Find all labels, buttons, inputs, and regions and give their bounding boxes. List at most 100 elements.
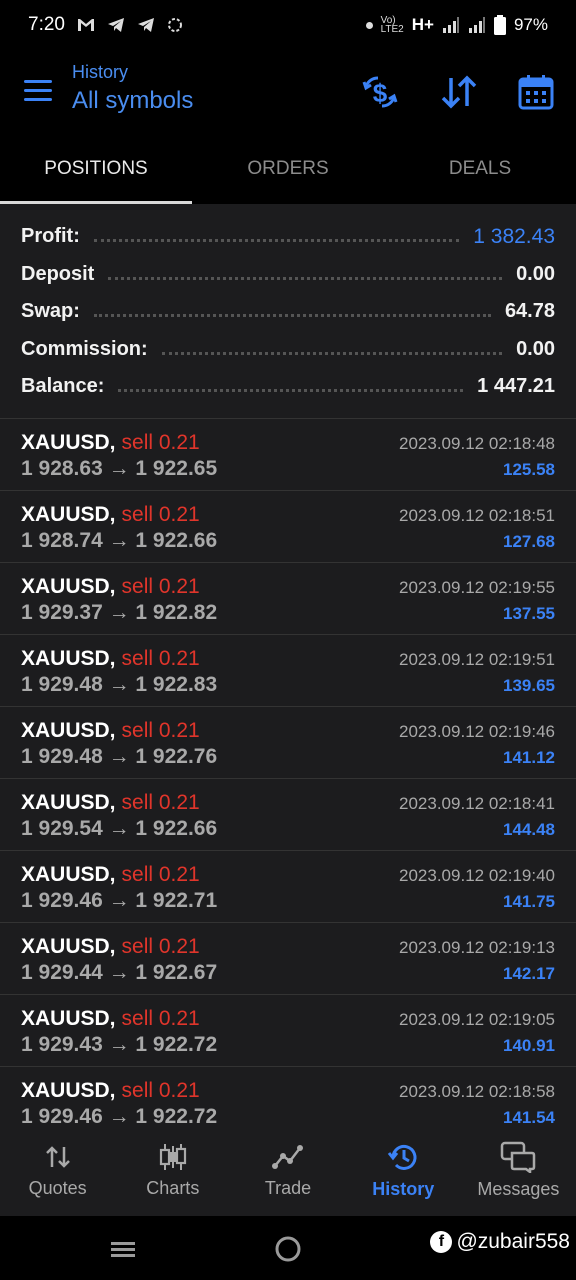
deal-symbol: XAUUSD, sell 0.21	[21, 863, 200, 887]
symbol-name: XAUUSD,	[21, 503, 116, 526]
deal-side: sell 0.21	[121, 1007, 200, 1030]
deal-profit: 141.54	[503, 1108, 555, 1124]
deal-symbol: XAUUSD, sell 0.21	[21, 1007, 200, 1031]
symbol-name: XAUUSD,	[21, 431, 116, 454]
summary-row-commission: Commission: 0.00	[21, 331, 555, 369]
tab-positions[interactable]: POSITIONS	[0, 134, 192, 204]
nav-messages[interactable]: Messages	[461, 1124, 576, 1216]
nav-charts[interactable]: Charts	[115, 1124, 230, 1216]
nav-quotes[interactable]: Quotes	[0, 1124, 115, 1216]
deal-row[interactable]: XAUUSD, sell 0.21 1 928.74 → 1 922.66 202…	[0, 490, 576, 562]
deal-prices: 1 929.43 → 1 922.72	[21, 1033, 218, 1056]
deal-symbol: XAUUSD, sell 0.21	[21, 431, 200, 455]
bottom-nav: Quotes Charts Trade History Messages	[0, 1124, 576, 1216]
deposit-label: Deposit	[21, 262, 95, 285]
status-time: 7:20	[28, 14, 65, 35]
tab-deals[interactable]: DEALS	[384, 134, 576, 204]
signal-icon	[468, 17, 486, 33]
symbol-name: XAUUSD,	[21, 1079, 116, 1102]
nav-label: History	[372, 1178, 435, 1199]
deal-prices: 1 928.63 → 1 922.65	[21, 457, 218, 480]
deal-row[interactable]: XAUUSD, sell 0.21 1 929.44 → 1 922.67 202…	[0, 922, 576, 994]
summary-row-swap: Swap: 64.78	[21, 293, 555, 331]
symbol-name: XAUUSD,	[21, 863, 116, 886]
symbol-name: XAUUSD,	[21, 575, 116, 598]
dotted-leader	[118, 389, 464, 393]
recent-apps-icon[interactable]	[108, 1234, 138, 1264]
watermark-text: @zubair558	[456, 1230, 570, 1253]
summary-panel: Profit: 1 382.43 Deposit 0.00 Swap: 64.7…	[0, 204, 576, 418]
balance-label: Balance:	[21, 375, 105, 398]
quotes-icon	[45, 1145, 70, 1168]
nav-label: Quotes	[28, 1177, 87, 1198]
swap-value: 64.78	[504, 300, 555, 323]
deal-side: sell 0.21	[121, 575, 200, 598]
deal-profit: 141.75	[503, 892, 555, 911]
page-title[interactable]: All symbols	[72, 87, 193, 115]
deal-time: 2023.09.12 02:19:05	[399, 1010, 555, 1029]
dotted-leader	[93, 239, 460, 243]
sort-icon[interactable]	[437, 70, 481, 114]
deal-row[interactable]: XAUUSD, sell 0.21 1 929.37 → 1 922.82 202…	[0, 562, 576, 634]
deal-prices: 1 929.46 → 1 922.72	[21, 1105, 218, 1124]
page-subtitle: History	[72, 62, 129, 82]
network-type: H+	[411, 15, 434, 34]
nav-trade[interactable]: Trade	[230, 1124, 345, 1216]
deal-profit: 137.55	[503, 604, 555, 623]
nav-history[interactable]: History	[346, 1124, 461, 1216]
currency-exchange-icon[interactable]: $	[358, 70, 402, 114]
deal-symbol: XAUUSD, sell 0.21	[21, 935, 200, 959]
deal-side: sell 0.21	[121, 503, 200, 526]
deal-row[interactable]: XAUUSD, sell 0.21 1 929.46 → 1 922.71 202…	[0, 850, 576, 922]
symbol-name: XAUUSD,	[21, 935, 116, 958]
deal-prices: 1 929.54 → 1 922.66	[21, 817, 218, 840]
deal-time: 2023.09.12 02:19:46	[399, 722, 555, 741]
commission-value: 0.00	[516, 337, 555, 360]
deal-time: 2023.09.12 02:18:41	[399, 794, 555, 813]
deal-time: 2023.09.12 02:19:13	[399, 938, 555, 957]
tab-orders[interactable]: ORDERS	[192, 134, 384, 204]
swap-label: Swap:	[21, 300, 80, 323]
nav-label: Charts	[146, 1177, 200, 1198]
messages-icon	[501, 1141, 536, 1173]
deal-row[interactable]: XAUUSD, sell 0.21 1 928.63 → 1 922.65 202…	[0, 418, 576, 490]
battery-level: 97%	[513, 15, 548, 34]
deal-row[interactable]: XAUUSD, sell 0.21 1 929.43 → 1 922.72 202…	[0, 994, 576, 1066]
summary-row-deposit: Deposit 0.00	[21, 256, 555, 294]
deal-row[interactable]: XAUUSD, sell 0.21 1 929.48 → 1 922.83 202…	[0, 634, 576, 706]
deal-prices: 1 929.37 → 1 922.82	[21, 601, 218, 624]
deal-symbol: XAUUSD, sell 0.21	[21, 503, 200, 527]
dotted-leader	[93, 314, 491, 318]
symbol-name: XAUUSD,	[21, 647, 116, 670]
deal-row[interactable]: XAUUSD, sell 0.21 1 929.48 → 1 922.76 202…	[0, 706, 576, 778]
deal-profit: 125.58	[503, 460, 555, 479]
menu-icon[interactable]	[24, 72, 60, 108]
svg-text:$: $	[373, 78, 388, 108]
deal-prices: 1 929.48 → 1 922.83	[21, 673, 218, 696]
trade-icon	[272, 1144, 303, 1169]
home-icon[interactable]	[273, 1234, 303, 1264]
balance-value: 1 447.21	[477, 375, 555, 398]
deal-time: 2023.09.12 02:18:48	[399, 434, 555, 453]
profit-label: Profit:	[21, 225, 80, 248]
deal-side: sell 0.21	[121, 431, 200, 454]
deal-time: 2023.09.12 02:19:40	[399, 866, 555, 885]
tab-bar: POSITIONS ORDERS DEALS	[0, 134, 576, 204]
deal-side: sell 0.21	[121, 719, 200, 742]
deal-row[interactable]: XAUUSD, sell 0.21 1 929.46 → 1 922.72 202…	[0, 1066, 576, 1124]
deals-list[interactable]: XAUUSD, sell 0.21 1 928.63 → 1 922.65 202…	[0, 418, 576, 1124]
signal-icon	[442, 17, 460, 33]
deal-time: 2023.09.12 02:19:51	[399, 650, 555, 669]
history-icon	[388, 1144, 417, 1170]
deal-time: 2023.09.12 02:18:51	[399, 506, 555, 525]
deal-profit: 140.91	[503, 1036, 555, 1055]
deal-profit: 142.17	[503, 964, 555, 983]
deal-row[interactable]: XAUUSD, sell 0.21 1 929.54 → 1 922.66 202…	[0, 778, 576, 850]
system-nav-bar: f @zubair558	[0, 1216, 576, 1280]
summary-row-balance: Balance: 1 447.21	[21, 368, 555, 406]
calendar-icon[interactable]	[514, 70, 558, 114]
deal-prices: 1 929.46 → 1 922.71	[21, 889, 218, 912]
deal-side: sell 0.21	[121, 863, 200, 886]
deal-side: sell 0.21	[121, 935, 200, 958]
deal-symbol: XAUUSD, sell 0.21	[21, 791, 200, 815]
